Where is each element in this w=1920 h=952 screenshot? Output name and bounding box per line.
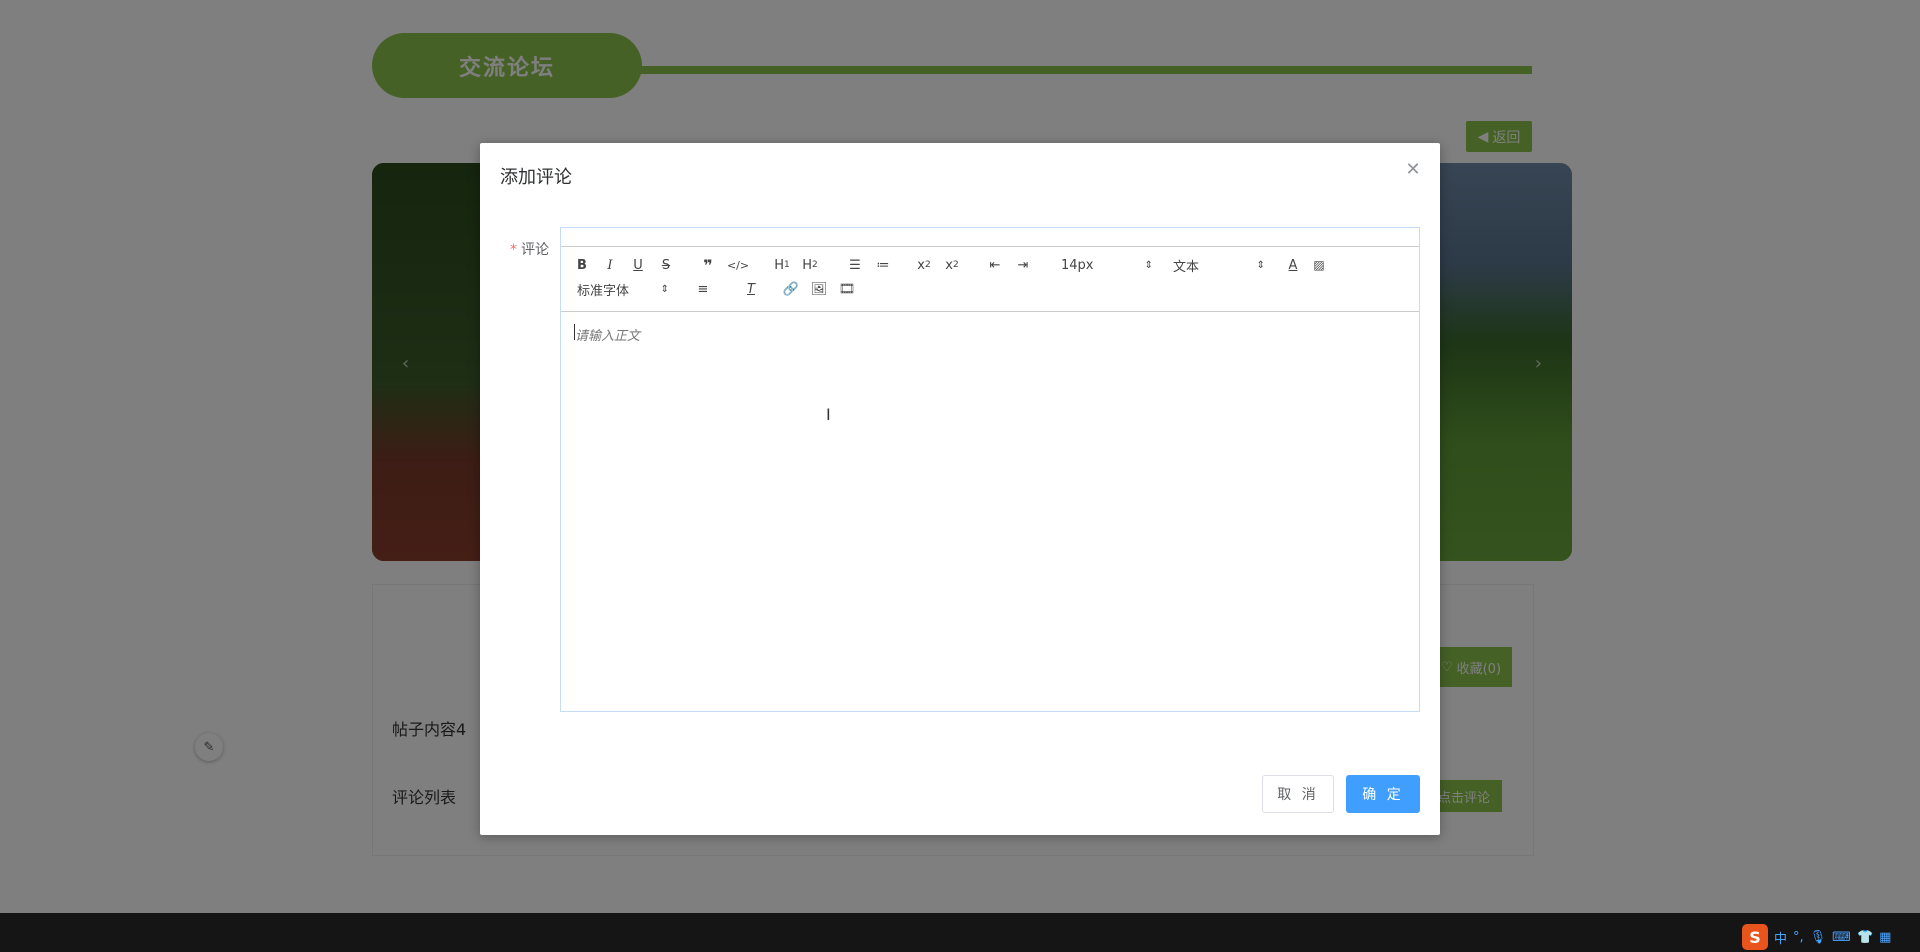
add-comment-dialog: 添加评论 ✕ * 评论 B I U S ❞ </> H1 H2 ☰ ≔ x2 x2… bbox=[480, 143, 1440, 835]
dialog-title: 添加评论 bbox=[500, 167, 572, 188]
blockquote-icon[interactable]: ❞ bbox=[699, 255, 717, 275]
comment-field-label: * 评论 bbox=[510, 239, 549, 259]
font-size-select[interactable]: 14px ⇕ bbox=[1061, 255, 1153, 275]
italic-icon[interactable]: I bbox=[601, 255, 619, 275]
background-color-icon[interactable]: ▨ bbox=[1309, 255, 1329, 275]
keyboard-icon[interactable]: ⌨ bbox=[1832, 930, 1851, 945]
font-color-icon[interactable]: A bbox=[1283, 255, 1303, 275]
superscript-icon[interactable]: x2 bbox=[941, 255, 963, 275]
bold-icon[interactable]: B bbox=[573, 255, 591, 275]
confirm-label: 确 定 bbox=[1362, 787, 1404, 803]
cancel-button[interactable]: 取 消 bbox=[1262, 775, 1334, 813]
text-cursor-icon: I bbox=[826, 405, 831, 424]
underline-icon[interactable]: U bbox=[629, 255, 647, 275]
clear-format-icon[interactable]: T bbox=[741, 279, 761, 299]
microphone-icon[interactable]: 🎙 bbox=[1810, 930, 1827, 945]
select-caret-icon: ⇕ bbox=[1256, 259, 1265, 271]
indent-icon[interactable]: ⇥ bbox=[1013, 255, 1033, 275]
ime-mode-toggle[interactable]: 中 bbox=[1774, 928, 1787, 947]
ordered-list-icon[interactable]: ☰ bbox=[845, 255, 865, 275]
bullet-list-icon[interactable]: ≔ bbox=[873, 255, 893, 275]
ime-punctuation-toggle[interactable]: °, bbox=[1793, 930, 1804, 945]
link-icon[interactable]: 🔗 bbox=[781, 279, 801, 299]
skin-icon[interactable]: 👕 bbox=[1857, 930, 1873, 945]
editor-top-strip bbox=[561, 228, 1419, 247]
heading1-icon[interactable]: H1 bbox=[771, 255, 793, 275]
editor-content-area[interactable]: 请输入正文 bbox=[561, 311, 1419, 711]
cancel-label: 取 消 bbox=[1277, 787, 1319, 803]
video-icon[interactable]: 🎞 bbox=[837, 279, 857, 299]
font-family-value: 标准字体 bbox=[577, 283, 630, 299]
close-icon[interactable]: ✕ bbox=[1404, 161, 1422, 179]
confirm-button[interactable]: 确 定 bbox=[1346, 775, 1420, 813]
sogou-logo-icon[interactable]: S bbox=[1742, 924, 1768, 950]
page: 交流论坛 ◀ 返回 ‹ › ♡ 收藏(0) 帖子内容4 评论列表 点击评论 ✎ … bbox=[0, 0, 1920, 952]
editor-placeholder: 请输入正文 bbox=[575, 329, 641, 344]
align-icon[interactable]: ≡ bbox=[693, 279, 713, 299]
ime-toolbar: S 中 °, 🎙 ⌨ 👕 ▦ bbox=[1742, 924, 1891, 950]
outdent-icon[interactable]: ⇤ bbox=[985, 255, 1005, 275]
editor-toolbar: B I U S ❞ </> H1 H2 ☰ ≔ x2 x2 ⇤ ⇥ 14px ⇕ bbox=[561, 247, 1419, 312]
rich-text-editor: B I U S ❞ </> H1 H2 ☰ ≔ x2 x2 ⇤ ⇥ 14px ⇕ bbox=[560, 227, 1420, 712]
paragraph-format-select[interactable]: 文本 ⇕ bbox=[1173, 255, 1265, 275]
code-block-icon[interactable]: </> bbox=[727, 255, 749, 275]
select-caret-icon: ⇕ bbox=[660, 283, 669, 295]
toolbox-icon[interactable]: ▦ bbox=[1879, 930, 1891, 945]
required-mark: * bbox=[510, 242, 517, 258]
heading2-icon[interactable]: H2 bbox=[799, 255, 821, 275]
strikethrough-icon[interactable]: S bbox=[657, 255, 675, 275]
subscript-icon[interactable]: x2 bbox=[913, 255, 935, 275]
font-size-value: 14px bbox=[1061, 257, 1094, 273]
font-family-select[interactable]: 标准字体 ⇕ bbox=[577, 279, 669, 299]
comment-label-text: 评论 bbox=[521, 242, 549, 258]
paragraph-format-value: 文本 bbox=[1173, 259, 1200, 275]
select-caret-icon: ⇕ bbox=[1144, 259, 1153, 271]
image-icon[interactable]: 🖼 bbox=[809, 279, 829, 299]
